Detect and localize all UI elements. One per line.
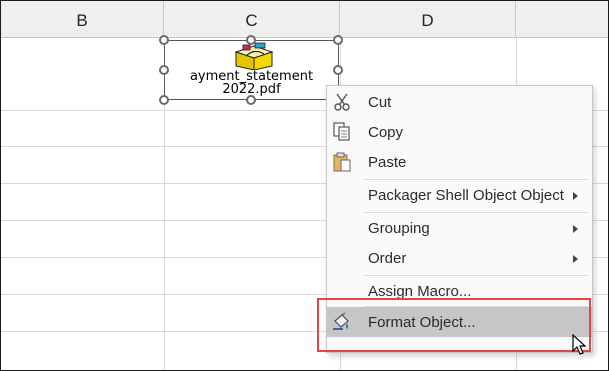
scissors-icon [334, 93, 350, 111]
paste-icon [333, 152, 351, 172]
embedded-pdf-object[interactable]: ayment_statement 2022.pdf [159, 35, 343, 105]
resize-handle-top-left[interactable] [159, 35, 169, 45]
submenu-arrow-icon [573, 192, 578, 200]
resize-handle-top[interactable] [246, 35, 256, 45]
menu-item-cut[interactable]: Cut [327, 87, 592, 117]
column-header-row: B C D [1, 1, 608, 38]
menu-item-label: Grouping [368, 220, 430, 237]
submenu-arrow-icon [573, 225, 578, 233]
menu-item-label: Paste [368, 154, 407, 171]
menu-item-paste[interactable]: Paste [327, 147, 592, 177]
resize-handle-bottom-left[interactable] [159, 95, 169, 105]
menu-item-label: Cut [368, 94, 392, 111]
column-header-c[interactable]: C [164, 1, 340, 37]
resize-handle-left[interactable] [159, 65, 169, 75]
menu-item-label: Packager Shell Object Object [368, 187, 564, 204]
mouse-cursor-icon [572, 334, 587, 355]
submenu-arrow-icon [573, 255, 578, 263]
column-header-e[interactable] [516, 1, 608, 37]
object-label: ayment_statement 2022.pdf [164, 70, 339, 96]
menu-item-label: Order [368, 250, 407, 267]
column-header-b[interactable]: B [1, 1, 164, 37]
column-header-d[interactable]: D [340, 1, 516, 37]
spreadsheet-window: B C D ayment_statement 2022.pdf Cut Copy… [0, 0, 609, 371]
menu-item-label: Copy [368, 124, 404, 141]
highlight-box [317, 298, 591, 352]
menu-item-copy[interactable]: Copy [327, 117, 592, 147]
menu-item-packager-shell-object[interactable]: Packager Shell Object Object [327, 180, 592, 210]
resize-handle-bottom[interactable] [246, 95, 256, 105]
resize-handle-right[interactable] [333, 65, 343, 75]
copy-icon [333, 122, 350, 141]
menu-item-grouping[interactable]: Grouping [327, 213, 592, 243]
resize-handle-top-right[interactable] [333, 35, 343, 45]
packager-icon [234, 42, 274, 70]
menu-item-order[interactable]: Order [327, 243, 592, 273]
